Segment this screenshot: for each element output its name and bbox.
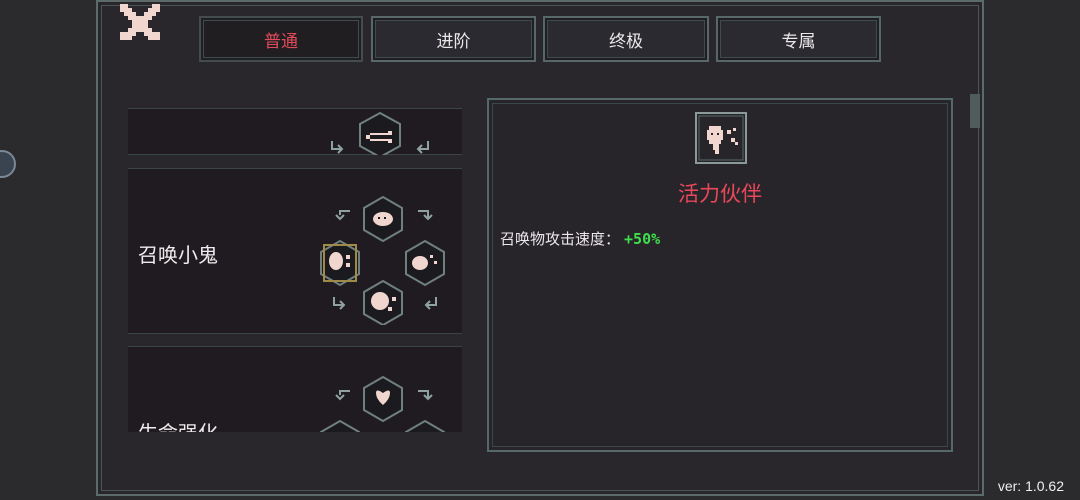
skill-card[interactable]: 生命强化: [128, 346, 462, 432]
stat-line: 召唤物攻击速度： +50%: [500, 228, 660, 249]
version-label: ver: 1.0.62: [997, 478, 1064, 494]
skill-card[interactable]: [128, 108, 462, 155]
tab-exclusive[interactable]: 专属: [716, 16, 881, 62]
tab-ultimate-label: 终极: [609, 31, 643, 52]
skill-title: 活力伙伴: [678, 182, 762, 206]
skill-tree-diagram: [320, 375, 445, 432]
tab-exclusive-label: 专属: [781, 31, 816, 52]
skill-card[interactable]: 召唤小鬼: [128, 168, 462, 334]
ghost-summon-icon: [695, 112, 747, 164]
tab-advanced[interactable]: 进阶: [371, 16, 536, 62]
stat-label: 召唤物攻击速度：: [500, 230, 621, 248]
tab-ultimate[interactable]: 终极: [543, 16, 709, 62]
stat-value: +50%: [624, 230, 661, 248]
scrollbar-track[interactable]: [966, 0, 982, 496]
scrollbar-thumb[interactable]: [970, 94, 980, 128]
skill-tree-diagram: [331, 111, 429, 155]
skill-list[interactable]: 召唤小鬼 生命强化: [128, 108, 462, 432]
tab-advanced-label: 进阶: [436, 31, 471, 52]
close-button[interactable]: [120, 4, 160, 40]
skill-tree-diagram: [320, 195, 445, 325]
skill-card-name: 生命强化: [138, 417, 218, 432]
side-menu-button[interactable]: [0, 150, 16, 178]
tab-normal[interactable]: 普通: [199, 16, 363, 62]
close-icon: [120, 4, 160, 40]
tab-normal-label: 普通: [264, 31, 298, 52]
skill-card-name: 召唤小鬼: [138, 243, 218, 267]
skill-detail-panel: 活力伙伴 召唤物攻击速度： +50%: [487, 98, 953, 452]
